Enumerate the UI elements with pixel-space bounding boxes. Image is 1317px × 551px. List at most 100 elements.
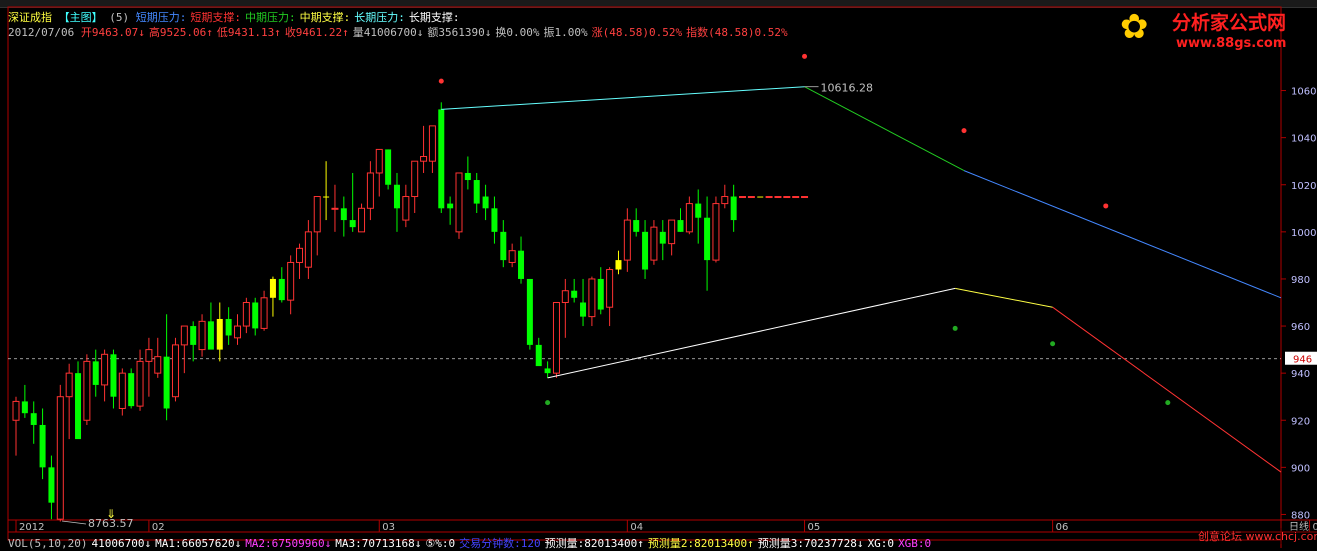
candle-body-57 [518,250,525,279]
watermark: 创意论坛 www.chcj.com [1198,528,1317,544]
quote-date: 2012/07/06 [8,26,75,39]
quote-item-1: 高9525.06↑ [148,26,213,39]
candle-body-9 [92,361,99,385]
candle-body-73 [659,231,666,244]
candle-body-49 [447,203,454,209]
trough-dot-1 [952,325,958,331]
month-label-0: 2012 [19,522,44,533]
candle-body-3 [39,424,46,468]
vol-item-8: 预测量2:82013400↑ [647,537,754,550]
legend-item-5: 长期支撑: [408,11,460,24]
candle-body-28 [260,297,268,329]
chart-header-legend: 深证成指 【主图】 (5) 短期压力: 短期支撑: 中期压力: 中期支撑: 长期压力: 长… [8,9,464,25]
candle-body-61 [552,302,560,374]
candle-body-69 [623,219,631,261]
candle-body-75 [677,220,684,232]
candle-body-80 [721,196,729,205]
candle-body-71 [642,231,649,270]
quote-item-9: 指数(48.58)0.52% [686,26,788,39]
period-label: (5) [109,11,130,24]
price-tick-label-3: 1000 [1291,228,1316,239]
candle-body-27 [252,302,259,329]
candle-body-20 [190,326,197,345]
candle-body-48 [438,109,445,209]
trough-dot-2 [1050,341,1056,347]
candle-body-65 [588,278,596,318]
candle-body-22 [207,321,214,350]
logo: ✿ 分析家公式网 www.88gs.com [1118,5,1314,53]
peak-dot-3 [1103,203,1109,209]
peak-dot-1 [802,53,808,59]
candle-body-68 [615,260,622,270]
long-pressure-line [441,86,805,110]
candle-body-11 [110,354,117,397]
vol-item-7: 预测量:82013400↑ [544,537,644,550]
legend-item-4: 长期压力: [354,11,405,24]
quote-item-8: 涨(48.58)0.52% [591,26,683,39]
flower-logo-icon: ✿ [1120,7,1149,47]
price-tick-label-2: 1020 [1291,181,1316,192]
logo-url: www.88gs.com [1176,36,1287,51]
candle-body-86 [774,196,782,199]
candle-body-31 [287,261,295,301]
quote-item-0: 开9463.07↓ [80,26,145,39]
quote-item-6: 换0.00% [495,26,540,39]
price-tick-label-0: 1060 [1291,87,1316,98]
candle-body-21 [198,320,206,351]
candle-body-4 [48,467,55,503]
candle-body-78 [704,217,711,261]
vol-item-6: 交易分钟数:120 [459,537,541,550]
candle-body-8 [83,360,91,421]
candle-body-42 [385,149,392,185]
legend-item-1: 短期支撑: [190,11,241,24]
quote-values: 开9463.07↓ 高9525.06↑ 低9431.13↑ 收9461.22↑ 量410… [81,26,792,39]
candle-body-87 [783,196,791,199]
candle-body-82 [739,196,747,199]
price-tick-label-7: 920 [1291,416,1310,427]
candle-body-1 [21,401,28,414]
candle-body-58 [526,278,533,345]
peak-dot-2 [961,128,967,134]
candle-body-46 [420,155,428,162]
candle-body-64 [580,302,587,317]
price-tick-label-1: 1040 [1291,134,1316,145]
candle-body-38 [349,220,356,228]
price-tick-label-4: 980 [1291,275,1310,286]
trough-dot-3 [1165,400,1171,406]
quote-item-5: 额3561390↓ [427,26,492,39]
candle-body-23 [216,318,223,350]
vol-item-10: XG:0 [867,537,895,550]
candle-body-15 [145,349,153,362]
candle-body-76 [685,203,693,233]
price-tick-label-9: 880 [1291,510,1310,521]
candle-body-54 [491,208,498,232]
logo-title: 分析家公式网 [1172,12,1287,34]
candle-body-45 [411,160,419,198]
candle-body-24 [225,318,232,336]
candle-body-77 [695,203,702,218]
candle-body-50 [455,172,463,233]
candle-body-16 [154,356,162,374]
main-tag[interactable]: 【主图】 [59,11,103,24]
month-label-2: 03 [382,522,395,533]
candle-body-67 [606,269,614,308]
candle-body-35 [323,196,330,198]
vol-item-2: MA1:66057620↓ [155,537,242,550]
candle-body-39 [358,207,366,233]
candle-body-14 [136,360,144,407]
candle-body-37 [340,208,347,221]
mid-support-line [955,287,1053,308]
candle-body-47 [428,125,436,162]
candle-body-10 [101,353,109,386]
candle-body-84 [757,196,764,198]
short-support-line [1052,306,1282,473]
candle-body-66 [597,278,604,310]
candle-body-88 [792,196,800,199]
indicator-legend: 短期压力: 短期支撑: 中期压力: 中期支撑: 长期压力: 长期支撑: [136,11,464,24]
high-value-label: 10616.28 [821,82,874,95]
volume-indicator-bar: VOL(5,10,20) 41006700↓ MA1:66057620↓ MA2:67… [8,535,935,551]
kline-chart[interactable]: 1060 1040 1020 1000 980 960 940 920 900 880 946 201… [0,0,1317,548]
legend-item-2: 中期压力: [245,11,296,24]
index-name: 深证成指 [8,11,52,24]
candle-body-83 [747,196,755,199]
